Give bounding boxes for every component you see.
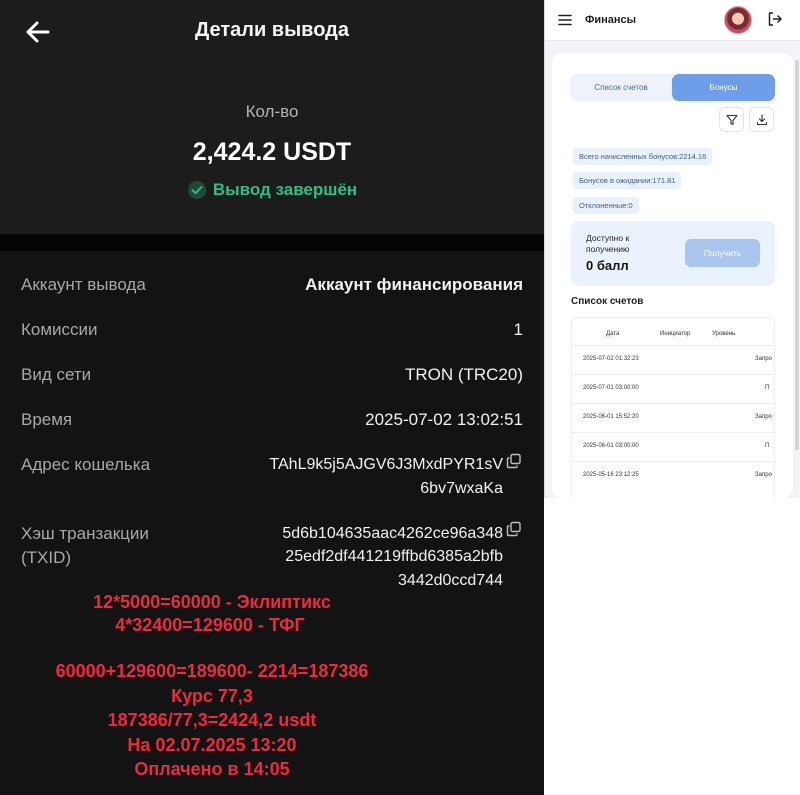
txid-line-1: 5d6b104635aac4262ce96a348 <box>282 525 503 542</box>
note-line-7: Оплачено в 14:05 <box>134 759 290 779</box>
row-date: 2025-06-01 15:52:20 <box>583 414 639 420</box>
row-status: Запро <box>755 414 772 420</box>
row-date: 2025-05-16 23:12:25 <box>583 472 639 478</box>
scrollbar[interactable] <box>795 60 799 450</box>
tab-accounts-list[interactable]: Список счетов <box>570 74 672 101</box>
copy-icon[interactable] <box>506 521 522 537</box>
receive-button[interactable]: Получить <box>685 239 760 267</box>
filter-button[interactable] <box>719 107 744 132</box>
finance-bonuses-screen: Финансы Список счетов Бонусы Всего начис… <box>544 0 800 498</box>
bonuses-card: Список счетов Бонусы Всего начисленных б… <box>552 53 793 498</box>
txid-line-3: 3442d0ccd744 <box>398 572 503 589</box>
status-badge: Вывод завершён <box>0 180 544 200</box>
amount-label: Кол-во <box>245 102 299 121</box>
column-header-date: Дата <box>606 331 620 337</box>
time-value: 2025-07-02 13:02:51 <box>365 410 523 429</box>
withdraw-account-label: Аккаунт вывода <box>21 275 146 294</box>
txid-line-2: 25edf2df441219ffbd6385a2bfb <box>285 548 503 565</box>
note-line-3: 60000+129600=189600- 2214=187386 <box>55 661 369 681</box>
wallet-address-line-1: TAhL9k5j5AJGV6J3MxdPYR1sV <box>269 456 503 473</box>
row-date: 2025-07-01 03:00:00 <box>583 385 639 391</box>
column-header-initiator: Инициатор <box>660 331 691 337</box>
withdrawal-details-screen: Детали вывода Кол-во 2,424.2 USDT Вывод … <box>0 0 544 795</box>
table-row[interactable]: 2025-06-01 03:00:00 П <box>572 432 774 461</box>
tab-bonuses[interactable]: Бонусы <box>672 74 775 101</box>
note-line-5: 187386/77,3=2424,2 usdt <box>107 710 317 730</box>
note-line-1: 12*5000=60000 - Эклиптикс <box>93 592 331 612</box>
top-bar: Финансы <box>545 0 800 41</box>
txid-label-line-2: (TXID) <box>21 548 72 567</box>
time-label: Время <box>21 410 73 429</box>
row-date: 2025-06-01 03:00:00 <box>583 443 639 449</box>
fee-value: 1 <box>513 320 523 339</box>
total-bonus-badge: Всего начисленных бонусов:2214.16 <box>573 148 713 165</box>
row-status: П <box>765 385 770 391</box>
amount-value: 2,424.2 USDT <box>192 138 352 166</box>
page-title: Детали вывода <box>194 19 349 41</box>
table-row[interactable]: 2025-07-02 01:32:23 Запро <box>572 345 774 374</box>
table-row[interactable]: 2025-07-01 03:00:00 П <box>572 374 774 403</box>
txid-label-line-1: Хэш транзакции <box>21 524 149 543</box>
network-label: Вид сети <box>21 365 92 384</box>
pending-bonus-badge: Бонусов в ожидании:171.81 <box>573 172 682 189</box>
wallet-address-line-2: 6bv7wxaKa <box>420 480 503 497</box>
page-title: Финансы <box>585 14 637 26</box>
download-icon <box>756 114 768 126</box>
hamburger-menu-icon[interactable] <box>558 14 572 26</box>
note-line-4: Курс 77,3 <box>171 686 253 706</box>
wallet-address-label: Адрес кошелька <box>21 455 151 474</box>
download-button[interactable] <box>749 107 774 132</box>
note-line-6: На 02.07.2025 13:20 <box>127 735 297 755</box>
logout-icon[interactable] <box>767 11 783 27</box>
table-row[interactable]: 2025-05-16 23:12:25 Запро <box>572 461 774 490</box>
avatar[interactable] <box>724 6 752 34</box>
table-row[interactable]: 2025-06-01 15:52:20 Запро <box>572 403 774 432</box>
status-text: Вывод завершён <box>212 180 358 199</box>
available-value: 0 балл <box>586 258 629 273</box>
row-status: П <box>765 443 770 449</box>
copy-icon[interactable] <box>506 453 522 469</box>
network-value: TRON (TRC20) <box>404 365 523 384</box>
row-date: 2025-07-02 01:32:23 <box>583 356 639 362</box>
note-line-2: 4*32400=129600 - ТФГ <box>115 615 305 635</box>
filter-icon <box>726 114 738 126</box>
rejected-badge: Отклоненные:0 <box>573 197 639 214</box>
tab-switcher: Список счетов Бонусы <box>570 74 775 101</box>
available-label: Доступно к получению <box>586 233 630 254</box>
row-status: Запро <box>755 356 772 362</box>
row-status: Запро <box>755 472 772 478</box>
available-box: Доступно к получению 0 балл Получить <box>571 221 775 286</box>
check-circle-icon <box>187 181 206 199</box>
accounts-table: Дата Инициатор Уровень 2025-07-02 01:32:… <box>571 317 775 498</box>
section-divider <box>0 234 544 251</box>
withdraw-account-value: Аккаунт финансирования <box>305 275 523 294</box>
fee-label: Комиссии <box>21 320 98 339</box>
accounts-list-title: Список счетов <box>571 296 644 307</box>
column-header-level: Уровень <box>712 331 736 337</box>
